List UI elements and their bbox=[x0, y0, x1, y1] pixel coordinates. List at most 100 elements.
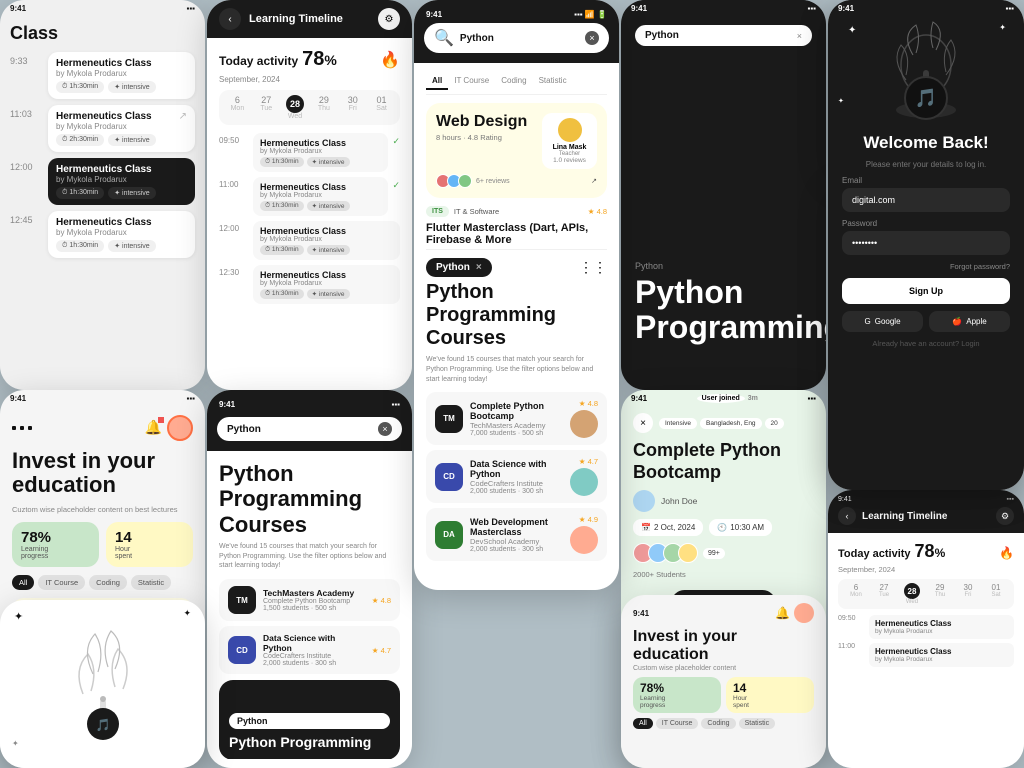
course-logo-2: CD bbox=[435, 463, 463, 491]
tab-coding[interactable]: Coding bbox=[495, 73, 532, 90]
filter-all[interactable]: All bbox=[12, 575, 34, 590]
course-logo-small-1: TM bbox=[228, 586, 256, 614]
instructor-thumb-1 bbox=[570, 410, 598, 438]
plant-illustration-bottom: 🎵 bbox=[43, 619, 163, 749]
calendar-strip-2: 6Mon 27Tue 28Wed 29Thu 30Fri 01Sat bbox=[838, 579, 1014, 609]
course-logo-1: TM bbox=[435, 405, 463, 433]
phone-python-search: 9:41 ▪▪▪ 📶 🔋 🔍 Python × All IT Course Co… bbox=[414, 0, 619, 590]
password-input[interactable] bbox=[842, 231, 1010, 255]
apple-icon: 🍎 bbox=[952, 317, 962, 326]
filter-statistic-2[interactable]: Statistic bbox=[739, 718, 776, 729]
sparkle-3: ✦ bbox=[12, 739, 19, 748]
time-1: 9:41 bbox=[10, 4, 26, 13]
student-count: 99+ bbox=[703, 548, 725, 559]
course-card-3[interactable]: DA Web Development Masterclass DevSchool… bbox=[426, 508, 607, 561]
month-label: September, 2024 bbox=[219, 75, 400, 84]
instructor-name: John Doe bbox=[661, 496, 697, 506]
fire-icon-2: 🔥 bbox=[999, 546, 1014, 560]
account-link[interactable]: Already have an account? Login bbox=[872, 339, 979, 348]
svg-text:🎵: 🎵 bbox=[95, 718, 110, 732]
activity-label: Today activity bbox=[219, 54, 298, 68]
filter-coding-2[interactable]: Coding bbox=[701, 718, 735, 729]
class-block-1[interactable]: Hermeneutics Class by Mykola Prodarux ⏱ … bbox=[48, 52, 195, 99]
welcome-subtitle: Please enter your details to log in. bbox=[866, 160, 987, 169]
cal-28-active[interactable]: 28 Wed bbox=[281, 95, 310, 120]
app-grid-icon[interactable] bbox=[12, 426, 32, 430]
stat-learning-progress: 78% Learningprogress bbox=[12, 522, 99, 567]
cal-30[interactable]: 30Fri bbox=[338, 95, 367, 120]
filter-it-2[interactable]: IT Course bbox=[656, 718, 699, 729]
signup-button[interactable]: Sign Up bbox=[842, 278, 1010, 304]
course-card-small-1[interactable]: TM TechMasters Academy Complete Python B… bbox=[219, 579, 400, 621]
back-button[interactable]: ‹ bbox=[219, 8, 241, 30]
forgot-password-link[interactable]: Forgot password? bbox=[842, 262, 1010, 271]
notification-icon-2[interactable]: 🔔 bbox=[775, 606, 790, 620]
calendar-icon: 📅 bbox=[641, 523, 651, 532]
nav-tabs: All IT Course Coding Statistic bbox=[426, 73, 607, 95]
cal-27[interactable]: 27Tue bbox=[252, 95, 281, 120]
teacher-avatar bbox=[558, 118, 582, 142]
status-bar-1: 9:41 ▪▪▪ bbox=[0, 0, 205, 15]
back-btn-2[interactable]: ‹ bbox=[838, 507, 856, 525]
search-bar[interactable]: 🔍 Python × bbox=[424, 23, 609, 53]
clock-icon: 🕙 bbox=[717, 523, 727, 532]
google-icon: G bbox=[864, 317, 870, 326]
activity-score: 78% bbox=[302, 48, 337, 71]
email-input[interactable] bbox=[842, 188, 1010, 212]
phone-python-dark: 9:41 ▪▪▪ Python × Python Python Programm… bbox=[621, 0, 826, 390]
webdesign-card-small[interactable]: Web Design 8 hours · 4.8 Rating Lina Mas… bbox=[426, 103, 607, 198]
close-bootcamp[interactable]: × bbox=[633, 413, 653, 433]
instructor-thumb-2 bbox=[570, 468, 598, 496]
close-icon[interactable]: × bbox=[585, 31, 599, 45]
settings-btn-2[interactable]: ⚙ bbox=[996, 507, 1014, 525]
class-block-4[interactable]: Hermeneutics Class by Mykola Prodarux ⏱ … bbox=[48, 211, 195, 258]
menu-icon[interactable]: ⋮⋮ bbox=[579, 259, 607, 276]
tab-it-course[interactable]: IT Course bbox=[448, 73, 495, 90]
cal-29[interactable]: 29Thu bbox=[309, 95, 338, 120]
cal-6[interactable]: 6Mon bbox=[223, 95, 252, 120]
welcome-title: Welcome Back! bbox=[863, 133, 988, 153]
badge-region: Bangladesh, Eng bbox=[700, 418, 762, 429]
phone-schedule: 9:41 ▪▪▪ Class 9:33 Hermeneutics Class b… bbox=[0, 0, 205, 390]
course-logo-small-2: CD bbox=[228, 636, 256, 664]
stats-container: 78% Learningprogress 14 Hourspent bbox=[12, 522, 193, 567]
python-preview-bar[interactable]: Python bbox=[229, 713, 390, 729]
schedule-row-4: 12:45 Hermeneutics Class by Mykola Proda… bbox=[10, 211, 195, 258]
class-block-dark-1[interactable]: Hermeneutics Class by Mykola Prodarux ⏱ … bbox=[48, 158, 195, 205]
signal-1: ▪▪▪ bbox=[186, 4, 195, 13]
search-bar-small[interactable]: Python × bbox=[217, 417, 402, 441]
password-label: Password bbox=[842, 219, 1010, 228]
star-deco-3: ✦ bbox=[838, 97, 844, 105]
notification-icon[interactable]: 🔔 bbox=[145, 419, 162, 437]
class-block-2[interactable]: Hermeneutics Class by Mykola Prodarux ⏱ … bbox=[48, 105, 195, 152]
close-icon-2[interactable]: × bbox=[476, 262, 482, 273]
python-course-heading: Python Programming Courses bbox=[426, 281, 607, 350]
google-button[interactable]: G Google bbox=[842, 311, 923, 332]
cal-01[interactable]: 01Sat bbox=[367, 95, 396, 120]
phone-timeline-2: 9:41 ▪▪▪ ‹ Learning Timeline ⚙ Today act… bbox=[828, 490, 1024, 768]
settings-icon[interactable]: ⚙ bbox=[378, 8, 400, 30]
filter-statistic[interactable]: Statistic bbox=[131, 575, 171, 590]
star-deco-2: ✦ bbox=[999, 23, 1006, 32]
filter-coding[interactable]: Coding bbox=[89, 575, 127, 590]
filter-it-course[interactable]: IT Course bbox=[38, 575, 85, 590]
apple-button[interactable]: 🍎 Apple bbox=[929, 311, 1010, 332]
star-deco-1: ✦ bbox=[848, 25, 856, 36]
python-small-header: 9:41 ▪▪▪ Python × bbox=[207, 390, 412, 451]
course-card-small-2[interactable]: CD Data Science with Python CodeCrafters… bbox=[219, 626, 400, 674]
close-icon-small[interactable]: × bbox=[378, 422, 392, 436]
brand-icon: 🎵 bbox=[904, 76, 948, 120]
course-card-1[interactable]: TM Complete Python Bootcamp TechMasters … bbox=[426, 392, 607, 445]
student-avatar-4 bbox=[678, 543, 698, 563]
tab-statistic[interactable]: Statistic bbox=[533, 73, 573, 90]
filter-all-2[interactable]: All bbox=[633, 718, 653, 729]
stat-hour-spent: 14 Hourspent bbox=[106, 522, 193, 567]
collage-container: 9:41 ▪▪▪ Class 9:33 Hermeneutics Class b… bbox=[0, 0, 1024, 768]
close-icon-3[interactable]: × bbox=[797, 31, 802, 41]
schedule-row-1: 9:33 Hermeneutics Class by Mykola Prodar… bbox=[10, 52, 195, 99]
date-box: 📅 2 Oct, 2024 bbox=[633, 519, 703, 536]
python-search-bar-dark[interactable]: Python × bbox=[635, 25, 812, 46]
tab-all[interactable]: All bbox=[426, 73, 448, 90]
course-card-2[interactable]: CD Data Science with Python CodeCrafters… bbox=[426, 450, 607, 503]
filter-tabs: All IT Course Coding Statistic bbox=[12, 575, 193, 590]
